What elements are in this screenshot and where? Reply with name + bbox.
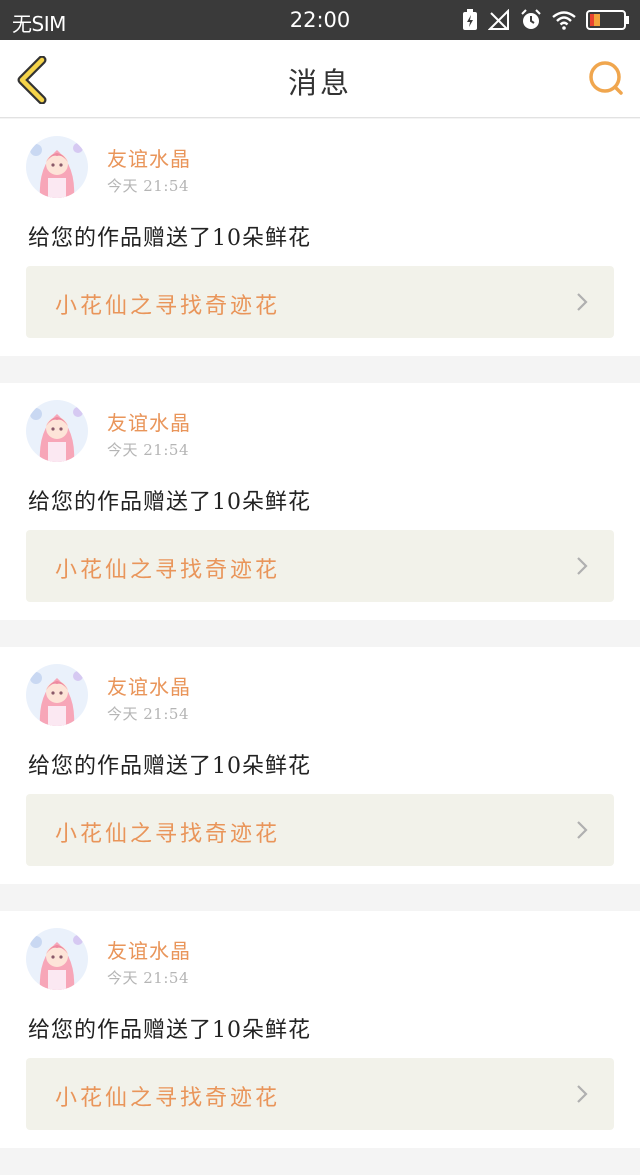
message-time: 今天 21:54 [107, 177, 189, 195]
work-title: 小花仙之寻找奇迹花 [55, 558, 281, 583]
chevron-right-icon [577, 821, 588, 839]
chevron-right-icon [577, 293, 588, 311]
avatar[interactable] [26, 664, 88, 726]
work-title: 小花仙之寻找奇迹花 [55, 1086, 281, 1111]
nav-bar: 消息 [0, 40, 640, 118]
message-text: 给您的作品赠送了10朵鲜花 [28, 1018, 311, 1043]
page-title: 消息 [287, 66, 352, 100]
work-title: 小花仙之寻找奇迹花 [55, 822, 281, 847]
work-link[interactable]: 小花仙之寻找奇迹花 [26, 794, 614, 866]
message-card: 友谊水晶 今天 21:54 给您的作品赠送了10朵鲜花 小花仙之寻找奇迹花 [0, 119, 640, 356]
work-title: 小花仙之寻找奇迹花 [55, 294, 281, 319]
battery-icon [586, 9, 630, 31]
sender-name[interactable]: 友谊水晶 [107, 407, 191, 436]
no-signal-icon [488, 9, 510, 31]
message-text: 给您的作品赠送了10朵鲜花 [28, 226, 311, 251]
work-link[interactable]: 小花仙之寻找奇迹花 [26, 1058, 614, 1130]
status-bar: 无SIM 22:00 [0, 0, 640, 40]
wifi-icon [552, 10, 576, 30]
message-card: 友谊水晶 今天 21:54 给您的作品赠送了10朵鲜花 小花仙之寻找奇迹花 [0, 383, 640, 620]
sender-name[interactable]: 友谊水晶 [107, 143, 191, 172]
message-list: 友谊水晶 今天 21:54 给您的作品赠送了10朵鲜花 小花仙之寻找奇迹花 友谊… [0, 119, 640, 1175]
avatar[interactable] [26, 400, 88, 462]
work-link[interactable]: 小花仙之寻找奇迹花 [26, 266, 614, 338]
message-text: 给您的作品赠送了10朵鲜花 [28, 490, 311, 515]
avatar[interactable] [26, 136, 88, 198]
chevron-right-icon [577, 557, 588, 575]
battery-saver-icon [462, 9, 478, 31]
sender-name[interactable]: 友谊水晶 [107, 935, 191, 964]
status-icons [462, 8, 630, 32]
avatar[interactable] [26, 928, 88, 990]
message-card: 友谊水晶 今天 21:54 给您的作品赠送了10朵鲜花 小花仙之寻找奇迹花 [0, 911, 640, 1148]
message-time: 今天 21:54 [107, 441, 189, 459]
message-time: 今天 21:54 [107, 705, 189, 723]
search-icon [589, 61, 623, 95]
work-link[interactable]: 小花仙之寻找奇迹花 [26, 530, 614, 602]
search-button[interactable] [586, 58, 626, 98]
chevron-right-icon [577, 1085, 588, 1103]
sender-name[interactable]: 友谊水晶 [107, 671, 191, 700]
message-card: 友谊水晶 今天 21:54 给您的作品赠送了10朵鲜花 小花仙之寻找奇迹花 [0, 647, 640, 884]
message-time: 今天 21:54 [107, 969, 189, 987]
alarm-icon [520, 9, 542, 31]
message-text: 给您的作品赠送了10朵鲜花 [28, 754, 311, 779]
